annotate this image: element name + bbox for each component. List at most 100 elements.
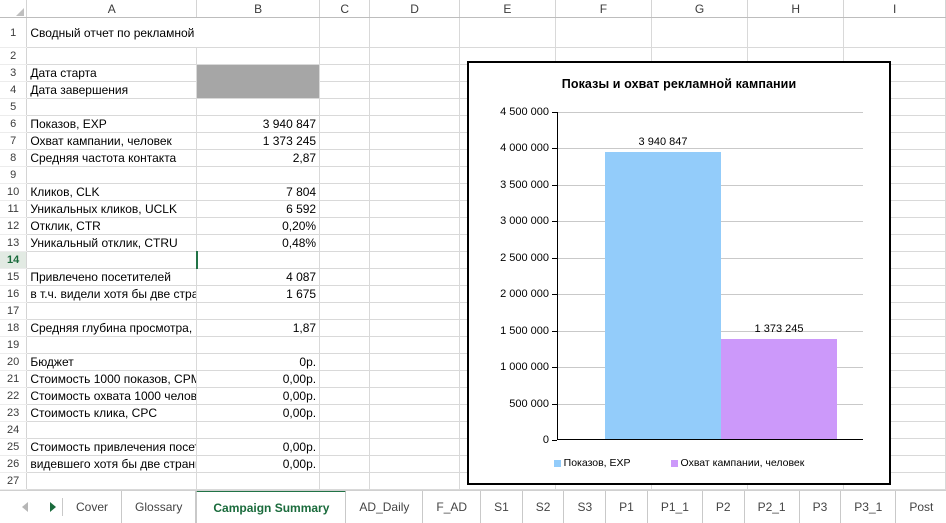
cell-a6[interactable]: Показов, EXP	[26, 115, 198, 133]
cell-c11[interactable]	[319, 200, 371, 218]
sheet-tab-cover[interactable]: Cover	[63, 491, 123, 523]
cell-d27[interactable]	[369, 472, 460, 490]
row-header-8[interactable]: 8	[0, 149, 28, 167]
chart-bar-2[interactable]	[721, 338, 837, 439]
row-header-15[interactable]: 15	[0, 268, 28, 286]
cell-h1[interactable]	[747, 17, 845, 48]
row-header-16[interactable]: 16	[0, 285, 28, 303]
row-header-26[interactable]: 26	[0, 455, 28, 473]
cell-c14[interactable]	[319, 251, 371, 269]
cell-b3-merged-fill[interactable]	[196, 64, 321, 82]
cell-d6[interactable]	[369, 115, 460, 133]
row-header-2[interactable]: 2	[0, 47, 28, 65]
cell-d2[interactable]	[369, 47, 460, 65]
cell-f1[interactable]	[555, 17, 653, 48]
cell-a13[interactable]: Уникальный отклик, CTRU	[26, 234, 198, 252]
row-header-7[interactable]: 7	[0, 132, 28, 150]
column-header-i[interactable]: I	[843, 0, 946, 18]
cell-b24[interactable]	[196, 421, 321, 439]
cell-b18[interactable]: 1,87	[196, 319, 321, 337]
cell-b1[interactable]	[196, 17, 321, 48]
row-header-1[interactable]: 1	[0, 17, 28, 48]
cell-b22[interactable]: 0,00р.	[196, 387, 321, 405]
cell-a23[interactable]: Стоимость клика, CPC	[26, 404, 198, 422]
cell-d9[interactable]	[369, 166, 460, 184]
row-header-12[interactable]: 12	[0, 217, 28, 235]
cell-a21[interactable]: Стоимость 1000 показов, CPM	[26, 370, 198, 388]
cell-d20[interactable]	[369, 353, 460, 371]
cell-b25[interactable]: 0,00р.	[196, 438, 321, 456]
cell-a12[interactable]: Отклик, CTR	[26, 217, 198, 235]
sheet-tab-p2[interactable]: P2	[702, 491, 745, 523]
row-header-21[interactable]: 21	[0, 370, 28, 388]
sheet-tab-post[interactable]: Post	[896, 491, 946, 523]
cell-d14[interactable]	[369, 251, 460, 269]
cell-d22[interactable]	[369, 387, 460, 405]
cell-b2[interactable]	[196, 47, 321, 65]
row-header-25[interactable]: 25	[0, 438, 28, 456]
row-header-22[interactable]: 22	[0, 387, 28, 405]
cell-a11[interactable]: Уникальных кликов, UCLK	[26, 200, 198, 218]
cell-d26[interactable]	[369, 455, 460, 473]
cell-a16[interactable]: в т.ч. видели хотя бы две страницы	[26, 285, 198, 303]
cell-c1[interactable]	[319, 17, 371, 48]
triangle-left-icon[interactable]	[22, 502, 28, 512]
row-header-20[interactable]: 20	[0, 353, 28, 371]
cell-d16[interactable]	[369, 285, 460, 303]
cell-d8[interactable]	[369, 149, 460, 167]
cell-d15[interactable]	[369, 268, 460, 286]
cell-c12[interactable]	[319, 217, 371, 235]
sheet-tab-campaign-summary[interactable]: Campaign Summary	[196, 491, 347, 523]
column-header-b[interactable]: B	[196, 0, 321, 18]
cell-a9[interactable]	[26, 166, 198, 184]
sheet-tab-s1[interactable]: S1	[481, 491, 523, 523]
cell-b11[interactable]: 6 592	[196, 200, 321, 218]
row-header-13[interactable]: 13	[0, 234, 28, 252]
sheet-tab-p1[interactable]: P1	[606, 491, 648, 523]
cell-d10[interactable]	[369, 183, 460, 201]
cell-c16[interactable]	[319, 285, 371, 303]
cell-b5[interactable]	[196, 98, 321, 116]
column-header-e[interactable]: E	[459, 0, 556, 18]
cell-b20[interactable]: 0р.	[196, 353, 321, 371]
cell-c19[interactable]	[319, 336, 371, 354]
cell-a14[interactable]	[26, 251, 198, 269]
cell-d3[interactable]	[369, 64, 460, 82]
sheet-tab-ad-daily[interactable]: AD_Daily	[346, 491, 424, 523]
cell-c21[interactable]	[319, 370, 371, 388]
cell-d25[interactable]	[369, 438, 460, 456]
cell-d24[interactable]	[369, 421, 460, 439]
cell-c4[interactable]	[319, 81, 371, 99]
cell-g1[interactable]	[651, 17, 749, 48]
cell-d19[interactable]	[369, 336, 460, 354]
cell-a26[interactable]: видевшего хотя бы две страницы	[26, 455, 198, 473]
cell-c25[interactable]	[319, 438, 371, 456]
column-header-g[interactable]: G	[651, 0, 749, 18]
row-header-5[interactable]: 5	[0, 98, 28, 116]
cell-a5[interactable]	[26, 98, 198, 116]
row-header-11[interactable]: 11	[0, 200, 28, 218]
cell-a7[interactable]: Охват кампании, человек	[26, 132, 198, 150]
row-header-4[interactable]: 4	[0, 81, 28, 99]
column-header-a[interactable]: A	[26, 0, 198, 18]
cell-c22[interactable]	[319, 387, 371, 405]
cell-d5[interactable]	[369, 98, 460, 116]
cell-d18[interactable]	[369, 319, 460, 337]
cell-b17[interactable]	[196, 302, 321, 320]
row-header-3[interactable]: 3	[0, 64, 28, 82]
cell-c23[interactable]	[319, 404, 371, 422]
sheet-tab-p3-1[interactable]: P3_1	[841, 491, 897, 523]
cell-b23[interactable]: 0,00р.	[196, 404, 321, 422]
cell-a27[interactable]	[26, 472, 198, 490]
page-title[interactable]: Сводный отчет по рекламной кампании	[26, 17, 197, 48]
triangle-right-icon[interactable]	[50, 502, 56, 512]
cell-d21[interactable]	[369, 370, 460, 388]
sheet-tab-glossary[interactable]: Glossary	[122, 491, 197, 523]
sheet-tab-p2-1[interactable]: P2_1	[744, 491, 800, 523]
cell-a18[interactable]: Средняя глубина просмотра, страниц	[26, 319, 198, 337]
row-header-19[interactable]: 19	[0, 336, 28, 354]
cell-c15[interactable]	[319, 268, 371, 286]
cell-b10[interactable]: 7 804	[196, 183, 321, 201]
cell-c6[interactable]	[319, 115, 371, 133]
cell-b9[interactable]	[196, 166, 321, 184]
